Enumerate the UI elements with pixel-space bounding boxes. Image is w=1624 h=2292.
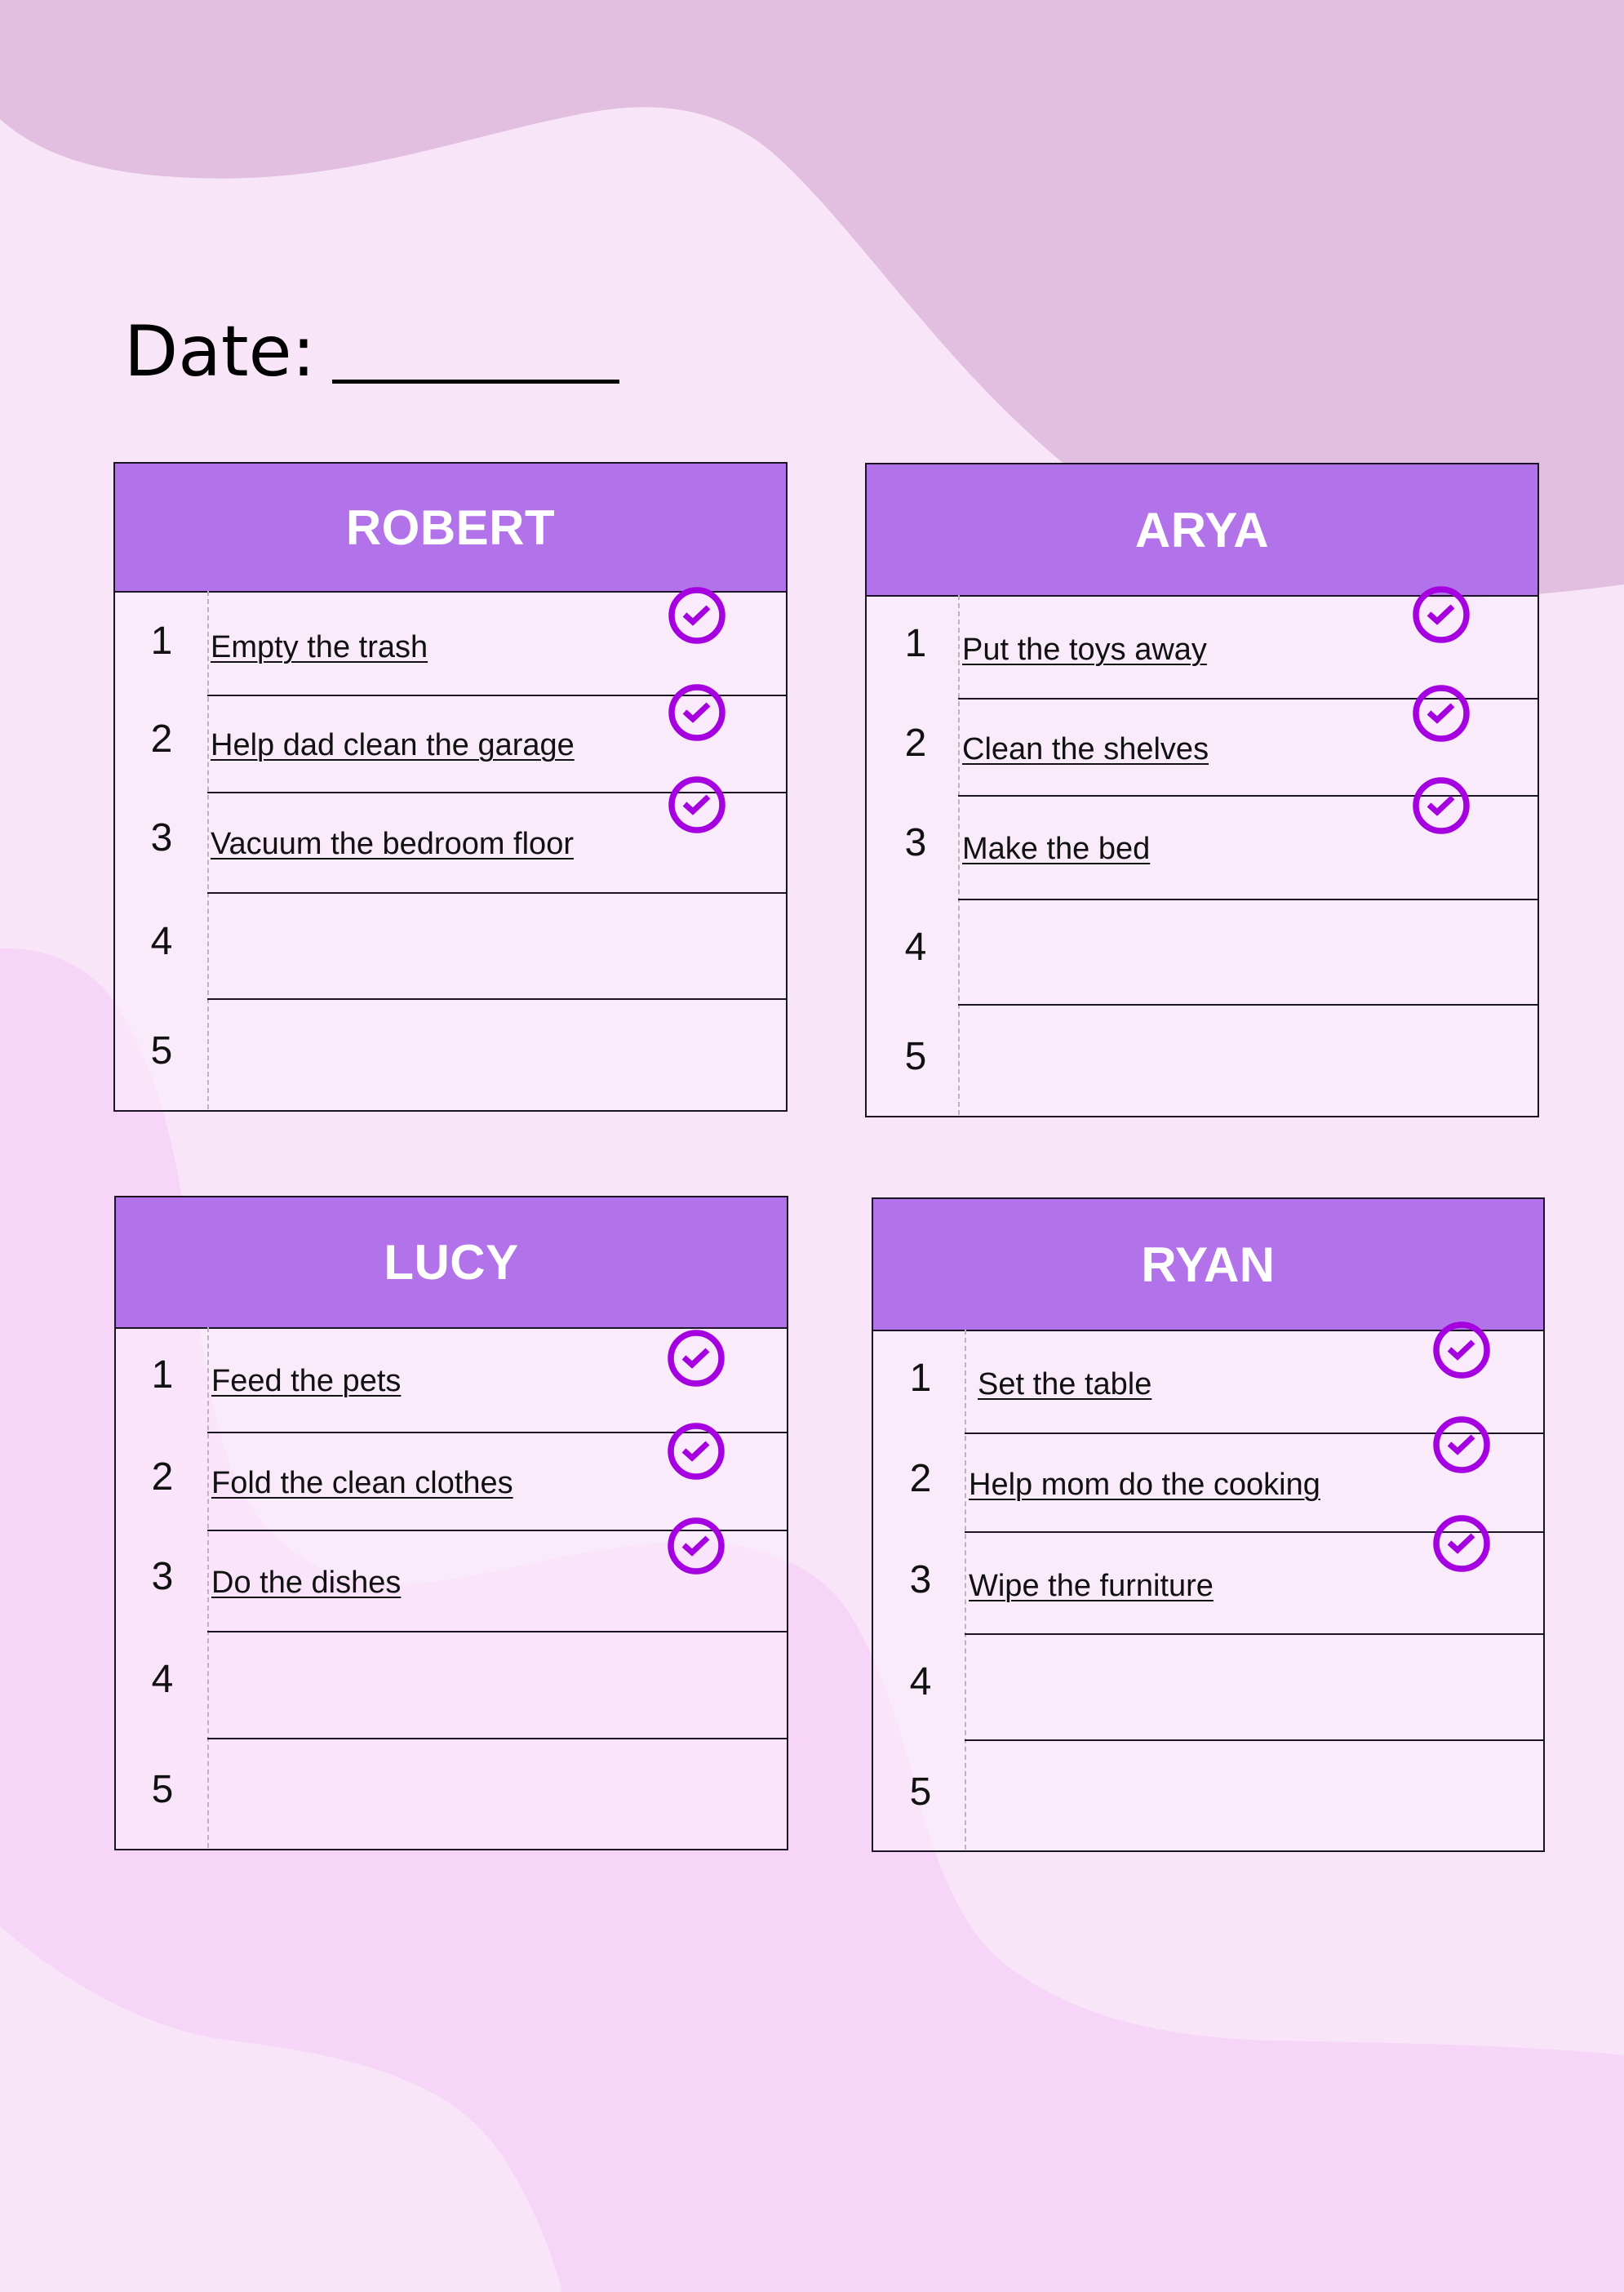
row-number: 5 xyxy=(151,1768,174,1811)
check-circle-icon[interactable] xyxy=(1431,1512,1493,1575)
row-number: 2 xyxy=(904,722,927,765)
check-circle-icon[interactable] xyxy=(1431,1319,1493,1381)
check-circle-icon[interactable] xyxy=(666,682,728,744)
card-header: LUCY xyxy=(116,1197,787,1329)
row-number: 5 xyxy=(904,1035,927,1078)
task-text[interactable]: Empty the trash xyxy=(211,632,428,663)
chore-card-robert: ROBERT 1 Empty the trash 2 Help dad clean t… xyxy=(113,462,788,1112)
card-header: ARYA xyxy=(867,464,1537,597)
chore-card-ryan: RYAN 1 Set the table 2 Help mom do the cook… xyxy=(872,1197,1545,1852)
checkmark xyxy=(682,702,711,723)
task-text[interactable]: Wipe the furniture xyxy=(969,1570,1214,1601)
row-number: 1 xyxy=(909,1357,932,1400)
check-circle-icon[interactable] xyxy=(1410,682,1472,744)
row-number: 1 xyxy=(150,620,173,663)
row-divider xyxy=(965,1739,1543,1741)
child-name: ROBERT xyxy=(345,500,556,555)
checkmark xyxy=(1427,795,1455,816)
row-divider xyxy=(207,1738,787,1739)
row-number: 5 xyxy=(909,1770,932,1814)
check-circle-icon[interactable] xyxy=(1410,775,1472,837)
task-text[interactable]: Fold the clean clothes xyxy=(211,1468,513,1499)
number-column-divider xyxy=(965,1330,966,1850)
task-text[interactable]: Vacuum the bedroom floor xyxy=(211,828,574,860)
row-number: 4 xyxy=(151,1658,174,1701)
row-number: 4 xyxy=(150,920,173,963)
card-header: ROBERT xyxy=(115,464,786,593)
date-field: Date: xyxy=(124,317,619,387)
task-text[interactable]: Make the bed xyxy=(962,833,1150,864)
number-column-divider xyxy=(958,595,960,1115)
chore-card-arya: ARYA 1 Put the toys away 2 Clean the shelve… xyxy=(865,463,1539,1117)
check-circle-icon[interactable] xyxy=(665,1515,727,1577)
date-label: Date: xyxy=(124,311,316,393)
row-number: 4 xyxy=(904,926,927,969)
row-divider xyxy=(958,1004,1537,1006)
check-circle-icon[interactable] xyxy=(666,584,728,646)
row-number: 4 xyxy=(909,1660,932,1703)
checkmark xyxy=(1447,1339,1475,1361)
task-text[interactable]: Help dad clean the garage xyxy=(211,730,575,761)
row-number: 3 xyxy=(150,816,173,860)
checkmark xyxy=(682,794,711,815)
check-circle-icon[interactable] xyxy=(1410,584,1472,646)
child-name: RYAN xyxy=(1141,1237,1276,1292)
checkmark xyxy=(1427,604,1455,625)
check-circle-icon[interactable] xyxy=(1431,1414,1493,1476)
row-number: 5 xyxy=(150,1029,173,1073)
row-number: 1 xyxy=(151,1353,174,1397)
checkmark xyxy=(681,1535,710,1557)
checkmark xyxy=(681,1441,710,1462)
row-number: 3 xyxy=(151,1555,174,1598)
number-column-divider xyxy=(207,591,209,1109)
chore-card-lucy: LUCY 1 Feed the pets 2 Fold the clean cloth… xyxy=(114,1196,788,1850)
row-divider xyxy=(207,998,786,1000)
task-text[interactable]: Do the dishes xyxy=(211,1567,401,1598)
task-text[interactable]: Help mom do the cooking xyxy=(969,1469,1320,1500)
row-divider xyxy=(958,899,1537,900)
card-header: RYAN xyxy=(873,1199,1543,1331)
check-circle-icon[interactable] xyxy=(665,1420,727,1482)
row-divider xyxy=(207,892,786,894)
check-circle-icon[interactable] xyxy=(666,774,728,836)
number-column-divider xyxy=(207,1327,209,1848)
checkmark xyxy=(1447,1434,1475,1455)
task-text[interactable]: Put the toys away xyxy=(962,634,1207,665)
task-text[interactable]: Feed the pets xyxy=(211,1366,401,1397)
task-text[interactable]: Set the table xyxy=(978,1369,1151,1400)
row-number: 2 xyxy=(909,1457,932,1500)
row-divider xyxy=(207,1631,787,1632)
row-number: 3 xyxy=(904,821,927,864)
row-divider xyxy=(965,1633,1543,1635)
child-name: ARYA xyxy=(1134,502,1270,557)
checkmark xyxy=(681,1348,710,1369)
checkmark xyxy=(1427,703,1455,724)
check-circle-icon[interactable] xyxy=(665,1327,727,1389)
child-name: LUCY xyxy=(384,1235,519,1290)
checkmark xyxy=(682,605,711,626)
task-text[interactable]: Clean the shelves xyxy=(962,734,1209,765)
date-blank-line[interactable] xyxy=(331,380,619,384)
row-number: 1 xyxy=(904,622,927,665)
row-number: 2 xyxy=(151,1455,174,1499)
checkmark xyxy=(1447,1533,1475,1554)
row-number: 2 xyxy=(150,717,173,761)
row-number: 3 xyxy=(909,1558,932,1601)
